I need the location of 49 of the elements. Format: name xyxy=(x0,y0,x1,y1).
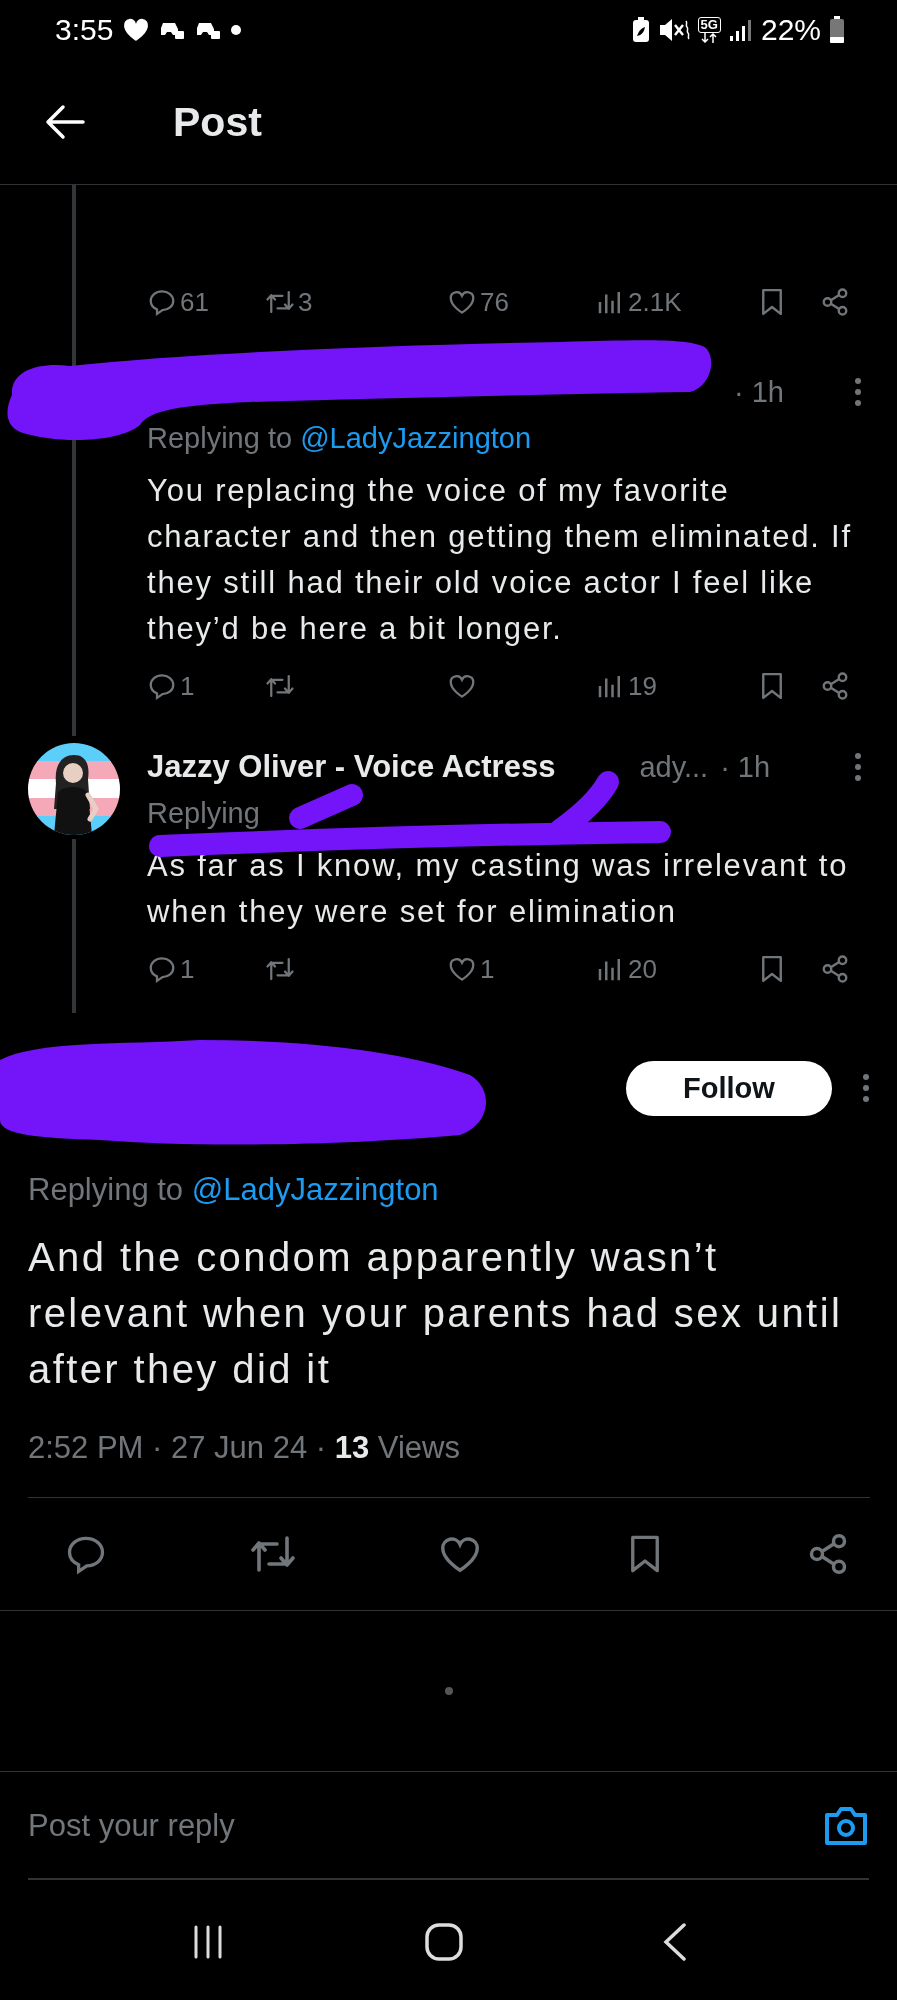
author-handle: ady... xyxy=(639,750,709,784)
clock-time: 3:55 xyxy=(55,13,114,47)
repost-count: 3 xyxy=(298,286,313,318)
reply-count: 1 xyxy=(180,953,195,985)
home-icon[interactable] xyxy=(425,1923,464,1961)
follow-button[interactable]: Follow xyxy=(626,1060,832,1116)
replying-label: Replying xyxy=(147,797,260,829)
post-text: And the condom apparently wasn’t relevant when your parents had sex until after they did it xyxy=(28,1234,844,1393)
more-icon[interactable] xyxy=(862,1073,870,1103)
more-icon[interactable] xyxy=(854,752,862,782)
share-icon[interactable] xyxy=(820,671,850,701)
reply-input-field[interactable]: Post your reply xyxy=(28,1808,823,1844)
like-count: 76 xyxy=(480,286,509,318)
page-title: Post xyxy=(173,98,262,146)
reply-count: 61 xyxy=(180,286,209,318)
more-icon[interactable] xyxy=(854,377,862,407)
heart-icon xyxy=(123,18,150,42)
post-time: · 1h xyxy=(720,750,771,784)
mention-link[interactable]: @LadyJazzington xyxy=(300,422,532,454)
battery-icon xyxy=(829,16,845,44)
mention-link[interactable]: @LadyJazzington xyxy=(191,1172,439,1207)
reply-icon[interactable] xyxy=(147,954,177,984)
view-count: 19 xyxy=(628,670,657,702)
post-timestamp: 2:52 PM · 27 Jun 24 · 13 Views xyxy=(28,1429,461,1467)
dot-icon xyxy=(231,25,242,35)
post-time: · 1h xyxy=(734,375,784,409)
network-label: 5G xyxy=(697,17,721,33)
author-name[interactable]: Jazzy Oliver - Voice Actress xyxy=(147,749,556,785)
reply-icon[interactable] xyxy=(147,287,177,317)
battery-saver-icon xyxy=(631,17,650,43)
view-count: 2.1K xyxy=(628,286,682,318)
battery-percent: 22% xyxy=(760,13,821,47)
loading-dot-icon xyxy=(444,1687,453,1695)
share-icon[interactable] xyxy=(820,287,850,317)
like-count: 1 xyxy=(480,953,495,985)
camera-icon[interactable] xyxy=(823,1805,869,1847)
avatar[interactable] xyxy=(27,743,120,835)
share-icon[interactable] xyxy=(820,954,850,984)
back-arrow-icon[interactable] xyxy=(45,104,85,140)
reply-count: 1 xyxy=(180,670,195,702)
mute-icon xyxy=(657,17,690,43)
reply-text: You replacing the voice of my favorite character and then getting them eliminated. If they still had their old voice actor I feel like they’d be here a bit longer. xyxy=(147,472,853,648)
replying-label: Replying to xyxy=(28,1172,184,1207)
back-icon[interactable] xyxy=(663,1923,688,1961)
view-count: 20 xyxy=(628,953,657,985)
reply-icon[interactable] xyxy=(147,671,177,701)
signal-icon xyxy=(728,18,753,42)
reply-text: As far as I know, my casting was irrelevant to when they were set for elimination xyxy=(147,847,850,931)
replying-label: Replying to xyxy=(147,422,293,454)
